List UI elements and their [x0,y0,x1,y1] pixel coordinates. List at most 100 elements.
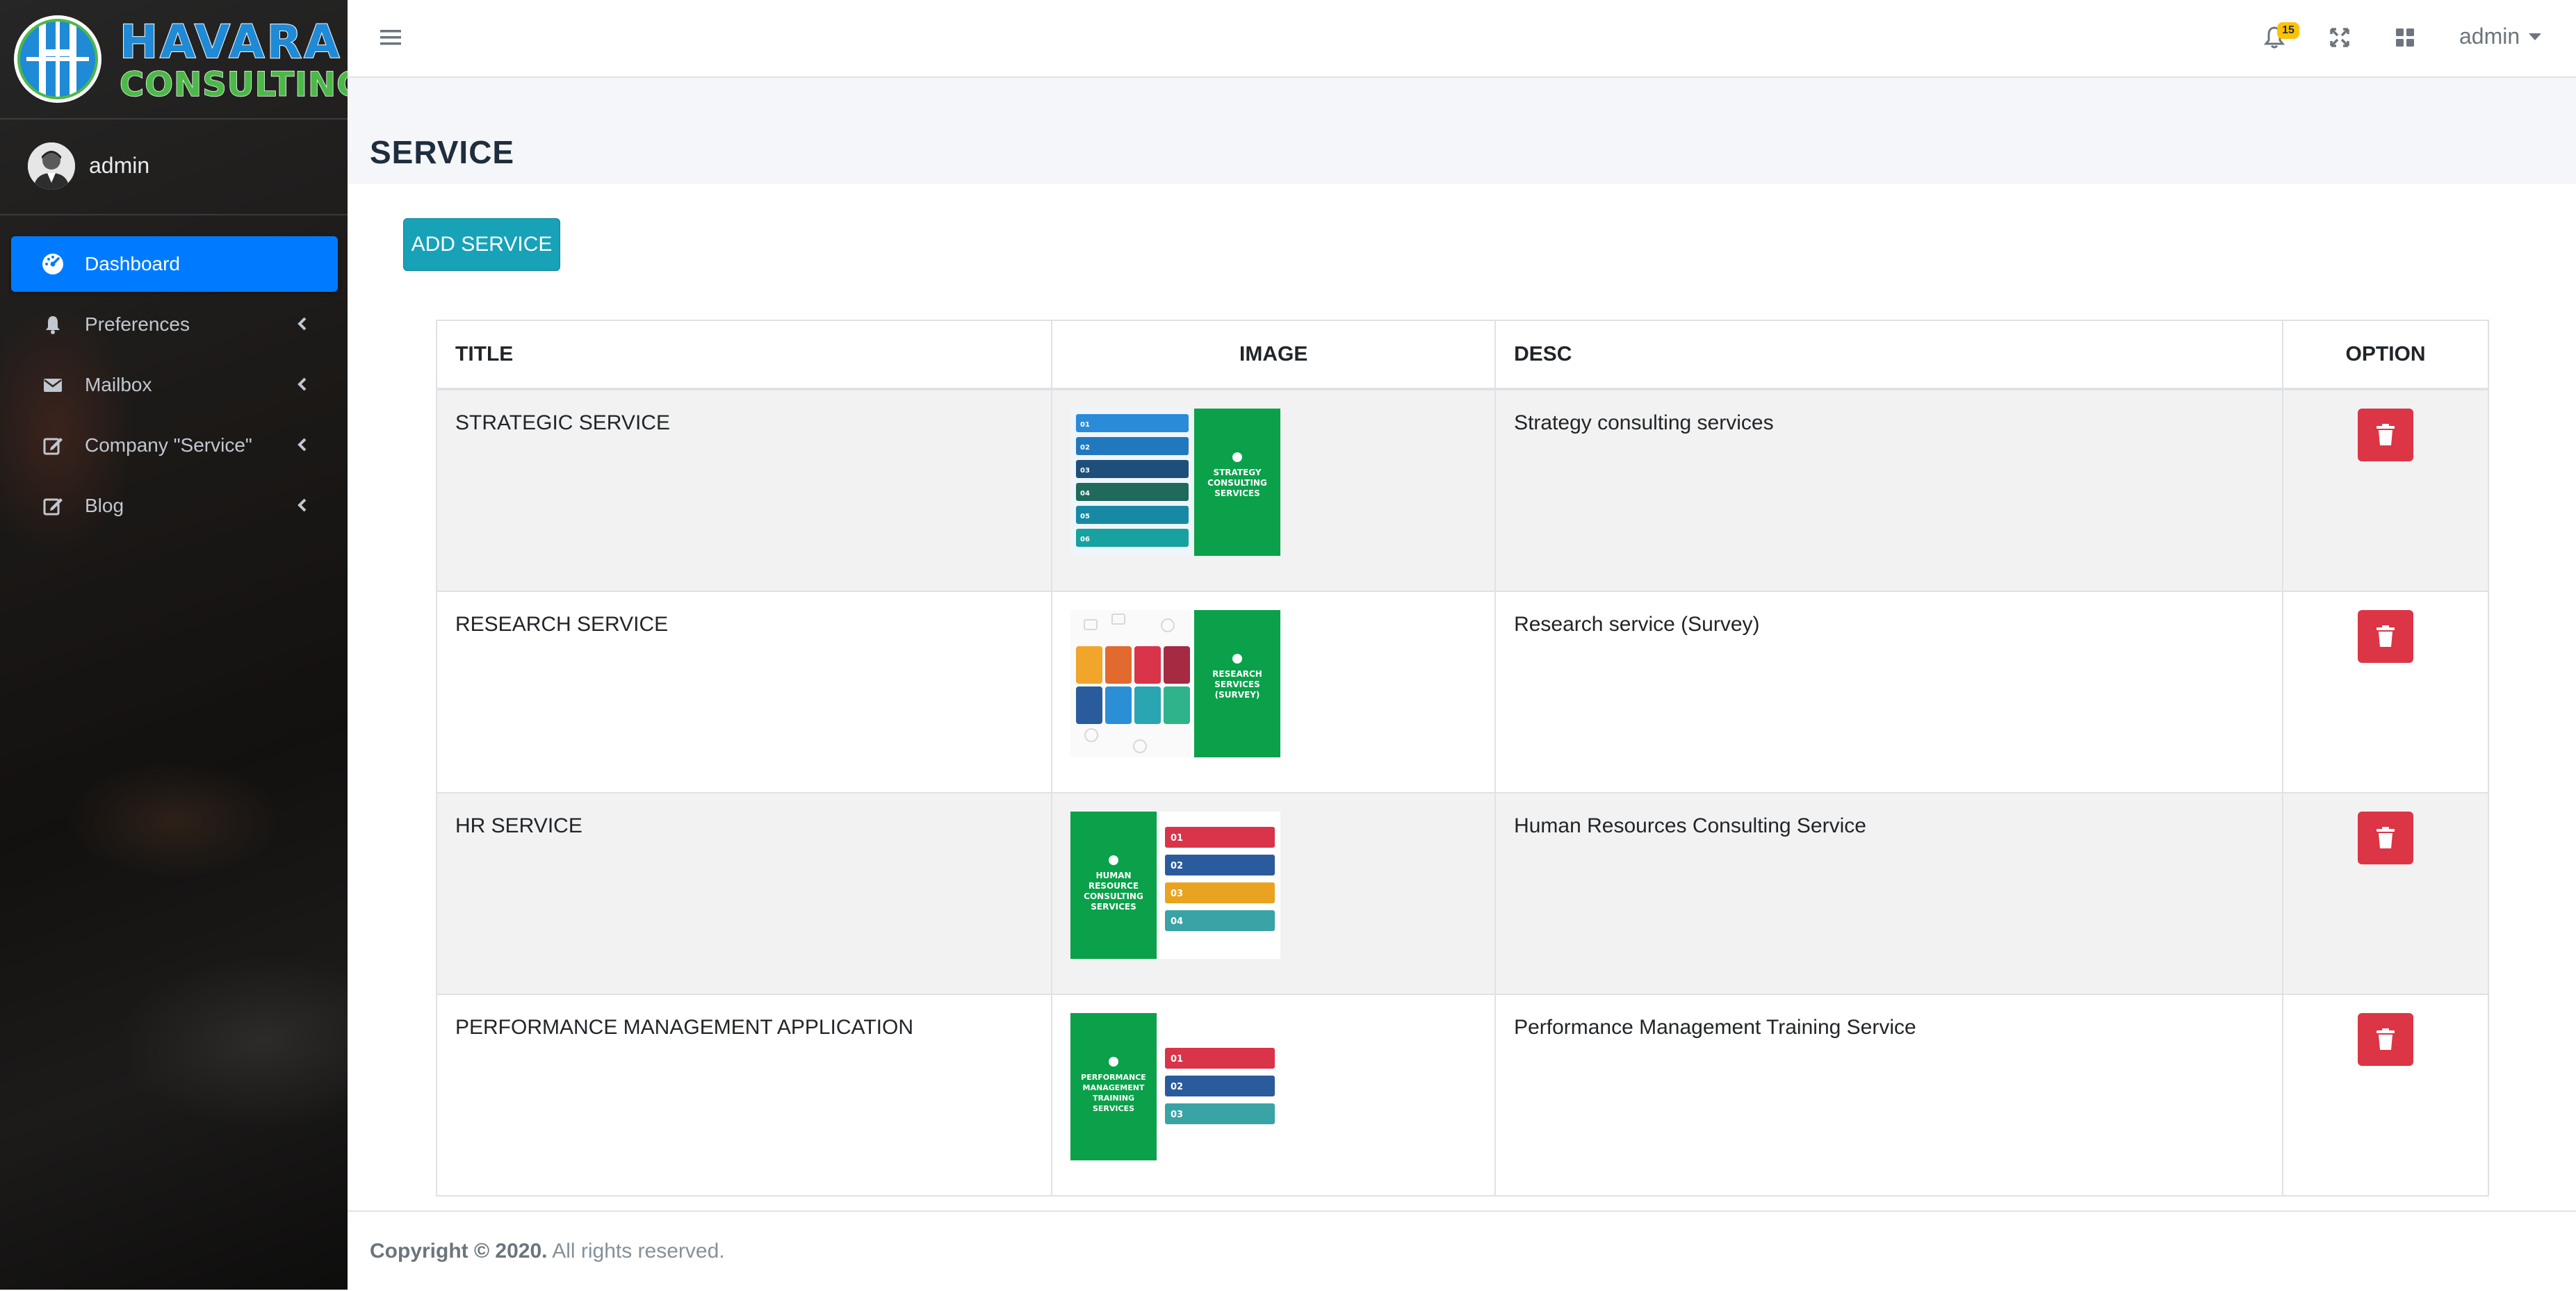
sidebar-item-dashboard[interactable]: Dashboard [11,236,338,292]
havara-logo-icon [14,15,101,103]
sidebar-item-mailbox[interactable]: Mailbox [11,357,338,413]
step-number: 03 [1171,1110,1183,1120]
trash-icon [2377,827,2395,848]
chevron-left-icon [297,498,307,512]
thumb-caption: SERVICES [1091,902,1136,912]
bell-icon [39,311,67,338]
sidebar-item-label: Blog [85,495,124,516]
caret-down-icon [2529,33,2542,40]
step-number: 03 [1171,889,1183,899]
service-image-cell: HUMAN RESOURCE CONSULTING SERVICES 01 02… [1051,792,1497,995]
table-row: RESEARCH SERVICE RESEARCH SERVICES (SURV… [435,591,2489,793]
user-menu-label: admin [2459,24,2520,49]
notification-badge: 15 [2277,22,2299,39]
step-number: 04 [1080,490,1090,498]
service-desc: Strategy consulting services [1494,388,2284,592]
thumb-caption: CONSULTING [1084,891,1144,901]
sidebar-nav: Dashboard Preferences Mailbox Company "S… [11,236,338,538]
trash-icon [2377,1028,2395,1050]
sidebar-item-blog[interactable]: Blog [11,478,338,534]
add-service-button[interactable]: ADD SERVICE [403,218,560,271]
column-header-image: IMAGE [1051,320,1497,390]
service-desc: Human Resources Consulting Service [1494,792,2284,995]
column-header-option: OPTION [2282,320,2489,390]
table-row: HR SERVICE HUMAN RESOURCE CONSULTING SER… [435,792,2489,995]
service-desc: Research service (Survey) [1494,591,2284,793]
sidebar-item-label: Mailbox [85,374,152,395]
sidebar-item-label: Preferences [85,313,190,335]
service-desc: Performance Management Training Service [1494,994,2284,1197]
service-table: TITLE IMAGE DESC OPTION STRATEGIC SERVIC… [435,320,2489,1197]
service-title: RESEARCH SERVICE [435,591,1053,793]
service-image-cell: 01 02 03 04 05 06 STRATEGY CONSULTING SE… [1051,388,1497,592]
user-menu-dropdown[interactable]: admin [2459,24,2542,49]
thumb-caption: SERVICES [1093,1104,1134,1113]
thumb-caption: SERVICES [1215,488,1260,498]
delete-button[interactable] [2358,409,2414,461]
edit-icon [39,492,67,520]
envelope-icon [39,371,67,399]
sidebar-user-name[interactable]: admin [89,153,149,179]
brand-link[interactable]: HAVARA CONSULTING [0,0,348,120]
thumb-caption: SERVICES [1215,680,1260,689]
sidebar-item-preferences[interactable]: Preferences [11,297,338,352]
footer-text: Copyright © 2020. All rights reserved. [370,1240,725,1263]
thumb-caption: STRATEGY [1214,468,1262,477]
service-title: PERFORMANCE MANAGEMENT APPLICATION [435,994,1053,1197]
service-option-cell [2282,591,2489,793]
trash-icon [2377,625,2395,647]
thumb-caption: RESOURCE [1089,881,1139,891]
delete-button[interactable] [2358,1013,2414,1066]
edit-icon [39,431,67,459]
fullscreen-button[interactable] [2324,17,2355,58]
service-thumbnail[interactable]: HUMAN RESOURCE CONSULTING SERVICES 01 02… [1070,812,1281,959]
step-number: 02 [1171,861,1183,871]
service-thumbnail[interactable]: RESEARCH SERVICES (SURVEY) [1070,610,1281,757]
menu-toggle-button[interactable] [375,17,406,58]
sidebar-item-label: Company "Service" [85,434,252,456]
trash-icon [2377,424,2395,445]
table-row: PERFORMANCE MANAGEMENT APPLICATION PERFO… [435,994,2489,1197]
service-image-cell: RESEARCH SERVICES (SURVEY) [1051,591,1497,793]
user-avatar-icon [28,142,75,190]
footer: Copyright © 2020. All rights reserved. [348,1210,2576,1291]
column-header-desc: DESC [1494,320,2284,390]
user-panel[interactable]: admin [0,120,348,215]
avatar [28,142,75,190]
service-thumbnail[interactable]: PERFORMANCE MANAGEMENT TRAINING SERVICES… [1070,1013,1281,1160]
step-number: 01 [1080,421,1090,429]
step-number: 02 [1080,444,1090,452]
service-title: HR SERVICE [435,792,1053,995]
rights-text: All rights reserved. [552,1240,725,1263]
delete-button[interactable] [2358,610,2414,663]
sidebar-item-company-service[interactable]: Company "Service" [11,418,338,473]
service-image-cell: PERFORMANCE MANAGEMENT TRAINING SERVICES… [1051,994,1497,1197]
chevron-left-icon [297,377,307,391]
chevron-left-icon [297,317,307,331]
table-header-row: TITLE IMAGE DESC OPTION [435,320,2489,390]
table-row: STRATEGIC SERVICE 01 02 03 04 05 06 STRA… [435,388,2489,592]
step-number: 06 [1080,536,1090,543]
thumb-caption: HUMAN [1096,871,1132,880]
tachometer-icon [39,250,67,278]
chevron-left-icon [297,438,307,452]
thumb-caption: CONSULTING [1208,478,1268,488]
service-title: STRATEGIC SERVICE [435,388,1053,592]
page-title: SERVICE [370,134,515,170]
step-number: 01 [1171,1054,1183,1064]
control-sidebar-button[interactable] [2390,17,2420,58]
thumb-caption: PERFORMANCE [1082,1073,1147,1082]
service-option-cell [2282,388,2489,592]
top-navbar [348,0,2576,78]
sidebar-item-label: Dashboard [85,253,180,274]
column-header-title: TITLE [435,320,1053,390]
brand-tagline: CONSULTING [119,65,348,104]
brand-name: HAVARA [119,15,342,69]
thumb-caption: TRAINING [1093,1094,1134,1103]
step-number: 04 [1171,916,1183,927]
sidebar: HAVARA CONSULTING admin Dashboard Prefer… [0,0,348,1290]
delete-button[interactable] [2358,812,2414,864]
menu-icon [380,30,401,45]
service-thumbnail[interactable]: 01 02 03 04 05 06 STRATEGY CONSULTING SE… [1070,409,1281,556]
thumb-caption: (SURVEY) [1215,690,1260,700]
